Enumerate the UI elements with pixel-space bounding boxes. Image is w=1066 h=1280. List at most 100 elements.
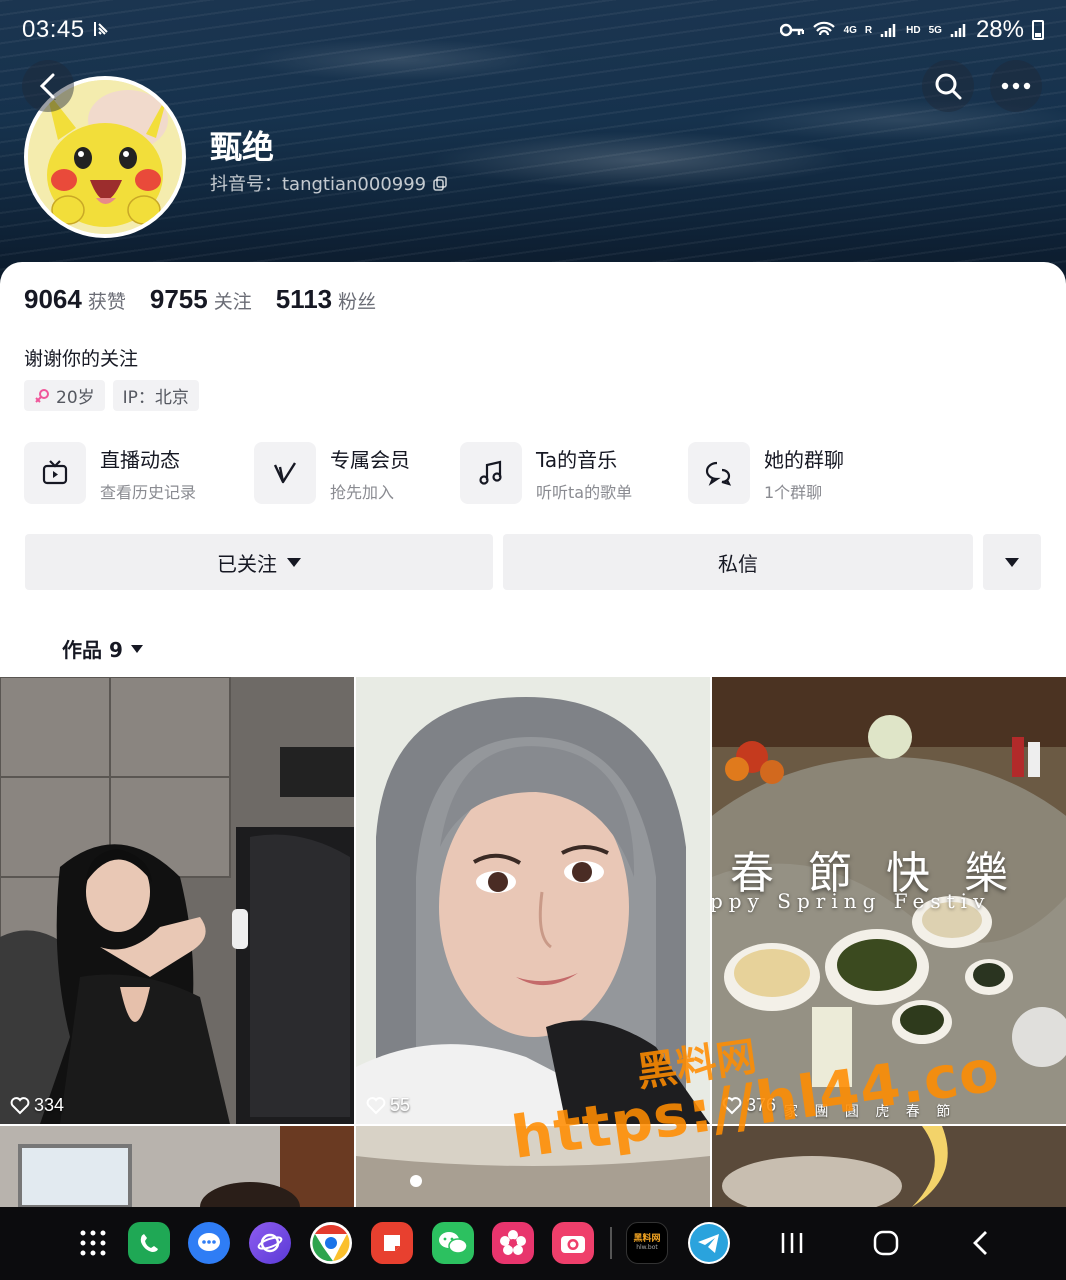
stat-number: 9064: [24, 284, 82, 314]
recommend-dropdown-button[interactable]: [983, 534, 1041, 590]
feature-music[interactable]: Ta的音乐 听听ta的歌单: [460, 442, 632, 504]
status-bar: 03:45 4G R HD 5G 28%: [0, 0, 1066, 60]
video-thumbnail[interactable]: 334: [0, 677, 354, 1124]
stat-following[interactable]: 9755 关注: [150, 284, 252, 315]
heart-icon: [10, 1096, 30, 1114]
hd-label: HD: [906, 24, 921, 36]
works-tab-label: 作品 9: [62, 638, 123, 662]
roaming-label: R: [864, 24, 873, 36]
network-5g-label: 5G: [928, 24, 942, 36]
feature-subtitle: 听听ta的歌单: [536, 482, 633, 502]
profile-card: 9064 获赞 9755 关注 5113 粉丝 谢谢你的关注 20岁 IP：北京…: [0, 262, 1066, 682]
tab-works[interactable]: 作品 9: [62, 634, 143, 663]
feature-title: Ta的音乐: [536, 447, 618, 472]
caret-down-icon: [287, 557, 301, 567]
feature-subtitle: 抢先加入: [330, 482, 395, 502]
copy-icon[interactable]: [432, 175, 448, 191]
vip-v-icon: [254, 442, 316, 504]
internet-icon[interactable]: [249, 1222, 291, 1264]
dock-divider: [610, 1227, 612, 1259]
back-button[interactable]: [22, 60, 74, 112]
feature-group-chat[interactable]: 她的群聊 1个群聊: [688, 442, 844, 504]
feature-subtitle: 1个群聊: [764, 482, 823, 502]
heiliao-app-label: 黑料网: [633, 1234, 661, 1244]
video-thumbnail[interactable]: [712, 1126, 1066, 1207]
caret-down-icon: [1005, 557, 1019, 567]
profile-tags: 20岁 IP：北京: [24, 380, 199, 411]
feature-title: 专属会员: [330, 447, 410, 472]
douyin-id-text: 抖音号：tangtian000999: [210, 174, 427, 195]
stat-likes[interactable]: 9064 获赞: [24, 284, 126, 315]
feature-title: 直播动态: [100, 447, 180, 472]
stats-row: 9064 获赞 9755 关注 5113 粉丝: [24, 284, 376, 315]
stat-number: 9755: [149, 284, 208, 314]
stat-label: 粉丝: [338, 291, 377, 313]
wechat-icon[interactable]: [432, 1222, 474, 1264]
heiliao-app-sub: hlw.bot: [636, 1244, 658, 1251]
ip-label: IP：北京: [122, 388, 189, 408]
video-overlay-subtitle: ppy Spring Festiv: [712, 889, 991, 913]
search-button[interactable]: [922, 60, 974, 112]
stat-label: 关注: [213, 291, 252, 313]
apps-grid-icon[interactable]: [72, 1222, 114, 1264]
chevron-left-icon: [39, 73, 55, 99]
video-cover-image: [0, 677, 354, 1124]
like-count: 55: [366, 1095, 410, 1116]
age-tag: 20岁: [24, 380, 105, 411]
age-label: 20岁: [56, 388, 95, 408]
recent-apps-icon[interactable]: [771, 1222, 813, 1264]
notes-icon[interactable]: [371, 1222, 413, 1264]
message-button[interactable]: 私信: [503, 534, 973, 590]
female-icon: [35, 388, 49, 403]
nickname: 甄绝: [210, 128, 275, 166]
telegram-icon[interactable]: [688, 1222, 730, 1264]
signal-icon: [950, 24, 966, 37]
video-cover-image: [712, 1126, 1066, 1207]
douyin-id[interactable]: 抖音号：tangtian000999: [210, 170, 448, 196]
live-tv-icon: [24, 442, 86, 504]
system-navbar: 黑料网 hlw.bot: [0, 1207, 1066, 1280]
feature-title: 她的群聊: [764, 447, 844, 472]
like-count: 334: [10, 1095, 64, 1116]
feature-live[interactable]: 直播动态 查看历史记录: [24, 442, 196, 504]
screenshot-indicator-icon: [94, 22, 108, 36]
nav-back-icon[interactable]: [960, 1222, 1002, 1264]
network-4g-label: 4G: [843, 24, 857, 36]
followed-button[interactable]: 已关注: [25, 534, 493, 590]
status-time: 03:45: [22, 16, 85, 43]
caret-down-icon: [130, 644, 143, 653]
music-note-icon: [460, 442, 522, 504]
messages-icon[interactable]: [188, 1222, 230, 1264]
video-cover-image: [0, 1126, 354, 1207]
feature-membership[interactable]: 专属会员 抢先加入: [254, 442, 410, 504]
feature-subtitle: 查看历史记录: [100, 482, 197, 502]
like-count-text: 55: [390, 1095, 411, 1115]
phone-icon[interactable]: [128, 1222, 170, 1264]
bio-text: 谢谢你的关注: [24, 348, 139, 370]
battery-percent: 28%: [975, 16, 1024, 43]
more-button[interactable]: [990, 60, 1042, 112]
key-icon: [779, 23, 804, 37]
stat-label: 获赞: [87, 291, 126, 313]
profile-cover: 03:45 4G R HD 5G 28% 甄绝 抖音号：tangtian0009…: [0, 0, 1066, 300]
home-icon[interactable]: [865, 1222, 907, 1264]
heiliao-icon[interactable]: 黑料网 hlw.bot: [626, 1222, 668, 1264]
group-chat-icon: [688, 442, 750, 504]
heart-icon: [366, 1096, 386, 1114]
search-icon: [935, 73, 962, 100]
battery-icon: [1032, 20, 1044, 40]
like-count-text: 334: [34, 1095, 65, 1115]
chrome-icon[interactable]: [310, 1222, 352, 1264]
feature-row: 直播动态 查看历史记录 专属会员 抢先加入 Ta的音乐 听听ta的歌单 她的群聊…: [24, 442, 1044, 504]
message-label: 私信: [718, 551, 758, 576]
signal-icon: [880, 24, 896, 37]
video-thumbnail[interactable]: [0, 1126, 354, 1207]
ip-tag: IP：北京: [112, 380, 199, 411]
camera-icon[interactable]: [552, 1222, 594, 1264]
flower-icon[interactable]: [492, 1222, 534, 1264]
stat-number: 5113: [275, 284, 333, 314]
more-dots-icon: [1001, 82, 1031, 90]
stat-followers[interactable]: 5113 粉丝: [276, 284, 376, 315]
status-icons: 4G R HD 5G 28%: [779, 16, 1044, 44]
followed-label: 已关注: [217, 551, 277, 576]
